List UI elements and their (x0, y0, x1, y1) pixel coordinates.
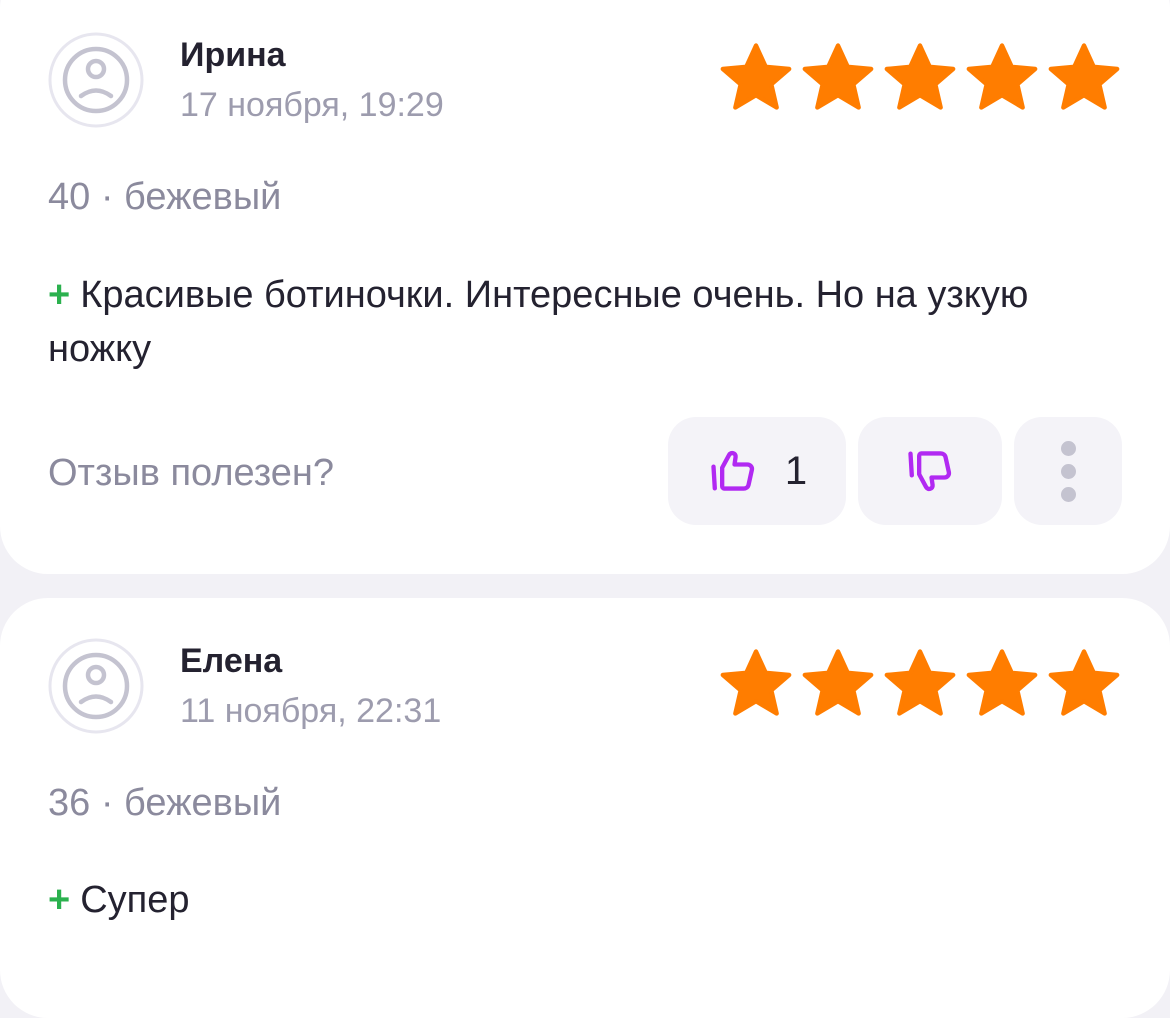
review-card: Ирина 17 ноября, 19:29 40 · бежевый + Кра… (0, 0, 1170, 574)
like-button[interactable]: 1 (668, 417, 846, 525)
like-count: 1 (784, 448, 808, 493)
dislike-button[interactable] (858, 417, 1002, 525)
star-icon (1048, 43, 1120, 110)
helpful-question: Отзыв полезен? (48, 452, 335, 494)
review-variant: 36 · бежевый (48, 782, 282, 824)
review-text-content: Супер (80, 879, 190, 921)
review-text-content: Красивые ботиночки. Интересные очень. Но… (48, 274, 1029, 370)
star-icon (802, 43, 874, 110)
star-icon (1048, 649, 1120, 716)
review-author: Елена (180, 642, 283, 680)
thumbs-down-icon (908, 451, 952, 492)
plus-sign: + (48, 274, 71, 316)
star-icon (720, 43, 792, 110)
star-icon (884, 43, 956, 110)
review-variant: 40 · бежевый (48, 176, 282, 218)
plus-sign: + (48, 879, 71, 921)
review-author: Ирина (180, 36, 286, 74)
star-icon (966, 649, 1038, 716)
review-card: Елена 11 ноября, 22:31 36 · бежевый + Суп… (0, 598, 1170, 1018)
star-icon (966, 43, 1038, 110)
more-vertical-icon (1060, 437, 1076, 506)
star-icon (720, 649, 792, 716)
review-date: 11 ноября, 22:31 (180, 692, 442, 730)
review-text: + Красивые ботиночки. Интересные очень. Н… (48, 268, 1128, 376)
star-rating (718, 43, 1122, 115)
star-icon (802, 649, 874, 716)
more-options-button[interactable] (1014, 417, 1122, 525)
star-rating (718, 649, 1122, 721)
sad-face-icon (48, 638, 144, 734)
star-icon (884, 649, 956, 716)
review-date: 17 ноября, 19:29 (180, 86, 444, 124)
review-text: + Супер (48, 873, 1128, 927)
thumbs-up-icon (711, 450, 754, 491)
sad-face-icon (48, 32, 144, 128)
